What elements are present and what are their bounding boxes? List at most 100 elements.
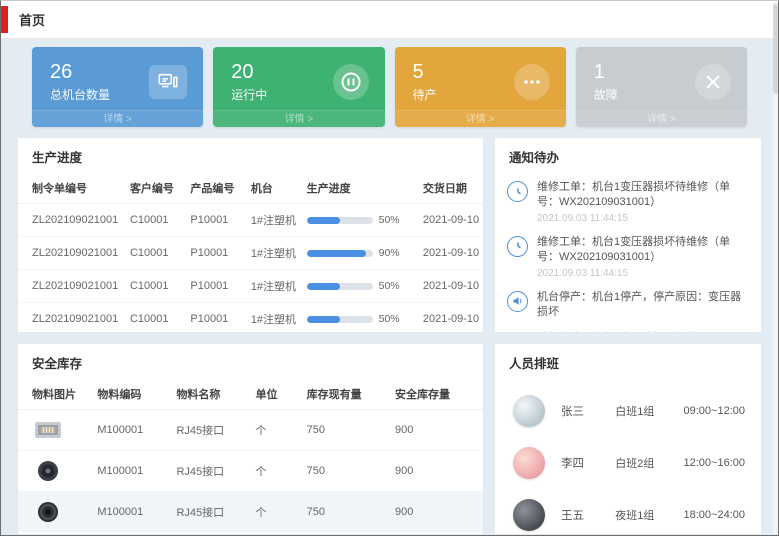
table-row: ZL202109021001 C10001 P10001 1#注塑机 90% 2… <box>18 237 483 270</box>
notification-text: 维修工单：机台1变压器损坏待维修（单号：WX202109031001） <box>537 180 749 211</box>
progress-label: 90% <box>379 247 400 259</box>
cell-delivery-date: 2021-09-10 <box>418 237 483 270</box>
cell-progress: 90% <box>302 237 418 270</box>
staff-shift: 白班1组 <box>615 403 683 419</box>
stat-value: 20 <box>231 61 267 84</box>
safety-stock-panel: 安全库存 物料图片 物料编码 物料名称 单位 库存现有量 安全库存量 <box>17 343 484 535</box>
tools-icon <box>695 64 731 100</box>
stat-label: 待产 <box>413 86 437 103</box>
cell-material-code: M100001 <box>92 492 171 533</box>
running-icon <box>333 64 369 100</box>
cell-order-no: ZL202109021001 <box>18 204 125 237</box>
cell-progress: 50% <box>302 270 418 303</box>
cell-order-no: ZL202109021001 <box>18 237 125 270</box>
ellipsis-icon <box>514 64 550 100</box>
panel-title: 生产进度 <box>18 138 483 173</box>
cell-material-image <box>18 410 92 451</box>
production-table: 制令单编号 客户编号 产品编号 机台 生产进度 交货日期 ZL202109021… <box>18 173 483 333</box>
staff-name: 李四 <box>561 455 615 471</box>
staff-schedule-panel: 人员排班 张三 白班1组 09:00~12:00 李四 白班2组 12:00~1… <box>494 343 762 535</box>
cell-order-no: ZL202109021001 <box>18 270 125 303</box>
vertical-scrollbar[interactable] <box>773 2 778 534</box>
cell-customer-no: C10001 <box>125 303 185 334</box>
stat-info: 5 待产 <box>413 61 437 103</box>
cell-safety-qty: 900 <box>390 492 483 533</box>
notification-item[interactable]: 维修工单：机台1变压器损坏待维修（单号：WX202109031001） 2021… <box>507 230 749 285</box>
column-header: 库存现有量 <box>302 379 390 410</box>
table-header-row: 物料图片 物料编码 物料名称 单位 库存现有量 安全库存量 <box>18 379 483 410</box>
stat-value: 5 <box>413 61 437 84</box>
cell-material-name: RJ45接口 <box>171 410 250 451</box>
cell-product-no: P10001 <box>185 204 245 237</box>
avatar <box>513 447 545 479</box>
stat-card-total-machines: 26 总机台数量 详情 > <box>32 47 203 127</box>
avatar <box>513 395 545 427</box>
cell-delivery-date: 2021-09-10 <box>418 303 483 334</box>
cell-customer-no: C10001 <box>125 270 185 303</box>
speaker-icon <box>507 332 528 333</box>
column-header: 交货日期 <box>418 173 483 204</box>
page-title[interactable]: 首页 <box>19 10 45 29</box>
inventory-table: 物料图片 物料编码 物料名称 单位 库存现有量 安全库存量 <box>18 379 483 532</box>
cell-current-qty: 750 <box>302 492 390 533</box>
staff-name: 张三 <box>561 403 615 419</box>
production-progress-panel: 生产进度 制令单编号 客户编号 产品编号 机台 生产进度 交货日期 <box>17 137 484 333</box>
stat-info: 26 总机台数量 <box>50 61 110 103</box>
notification-item[interactable]: 计划暂停：机台1生产计划已暂停 2021.09.03 11:44:15 <box>507 326 749 333</box>
stat-detail-link[interactable]: 详情 > <box>576 110 747 127</box>
speaker-icon <box>507 291 528 312</box>
notification-time: 2021.09.03 11:44:15 <box>537 268 749 279</box>
cell-material-image <box>18 492 92 533</box>
notifications-panel: 通知待办 维修工单：机台1变压器损坏待维修（单号：WX202109031001）… <box>494 137 762 333</box>
stat-cards-row: 26 总机台数量 详情 > <box>17 47 762 127</box>
scrollbar-thumb[interactable] <box>773 4 778 94</box>
cell-delivery-date: 2021-09-10 <box>418 204 483 237</box>
cell-machine: 1#注塑机 <box>246 303 302 334</box>
column-header: 物料名称 <box>171 379 250 410</box>
cell-progress: 50% <box>302 204 418 237</box>
notification-time: 2021.09.03 11:44:15 <box>537 213 749 224</box>
table-row: ZL202109021001 C10001 P10001 1#注塑机 50% 2… <box>18 270 483 303</box>
notification-item[interactable]: 机台停产：机台1停产，停产原因：变压器损坏 <box>507 285 749 327</box>
cell-machine: 1#注塑机 <box>246 204 302 237</box>
notification-item[interactable]: 维修工单：机台1变压器损坏待维修（单号：WX202109031001） 2021… <box>507 175 749 230</box>
progress-label: 50% <box>379 214 400 226</box>
material-image-rj45 <box>32 418 87 442</box>
stat-detail-link[interactable]: 详情 > <box>213 110 384 127</box>
staff-shift: 夜班1组 <box>615 507 683 523</box>
stat-detail-link[interactable]: 详情 > <box>395 110 566 127</box>
cell-delivery-date: 2021-09-10 <box>418 270 483 303</box>
stat-value: 1 <box>594 61 618 84</box>
table-row: M100001 RJ45接口 个 750 900 <box>18 451 483 492</box>
stat-info: 20 运行中 <box>231 61 267 103</box>
cell-product-no: P10001 <box>185 303 245 334</box>
notification-content: 维修工单：机台1变压器损坏待维修（单号：WX202109031001） 2021… <box>537 235 749 279</box>
cell-customer-no: C10001 <box>125 204 185 237</box>
staff-name: 王五 <box>561 507 615 523</box>
stat-label: 总机台数量 <box>50 86 110 103</box>
stat-detail-link[interactable]: 详情 > <box>32 110 203 127</box>
panel-title: 人员排班 <box>495 344 761 379</box>
staff-row: 李四 白班2组 12:00~16:00 <box>513 437 745 489</box>
notification-content: 维修工单：机台1变压器损坏待维修（单号：WX202109031001） 2021… <box>537 180 749 224</box>
staff-time: 09:00~12:00 <box>684 405 745 417</box>
stat-card-fault: 1 故障 详情 > <box>576 47 747 127</box>
staff-shift: 白班2组 <box>615 455 683 471</box>
cell-material-code: M100001 <box>92 410 171 451</box>
table-row: M100001 RJ45接口 个 750 900 <box>18 410 483 451</box>
clock-icon <box>507 236 528 257</box>
staff-time: 18:00~24:00 <box>684 509 745 521</box>
notification-text: 维修工单：机台1变压器损坏待维修（单号：WX202109031001） <box>537 235 749 266</box>
cell-material-code: M100001 <box>92 451 171 492</box>
column-header: 制令单编号 <box>18 173 125 204</box>
staff-time: 12:00~16:00 <box>684 457 745 469</box>
notification-text: 机台停产：机台1停产，停产原因：变压器损坏 <box>537 290 749 321</box>
cell-unit: 个 <box>250 492 301 533</box>
staff-row: 张三 白班1组 09:00~12:00 <box>513 385 745 437</box>
stat-info: 1 故障 <box>594 61 618 103</box>
cell-order-no: ZL202109021001 <box>18 303 125 334</box>
column-header: 单位 <box>250 379 301 410</box>
notification-content: 计划暂停：机台1生产计划已暂停 2021.09.03 11:44:15 <box>537 331 697 333</box>
progress-label: 50% <box>379 313 400 325</box>
column-header: 产品编号 <box>185 173 245 204</box>
